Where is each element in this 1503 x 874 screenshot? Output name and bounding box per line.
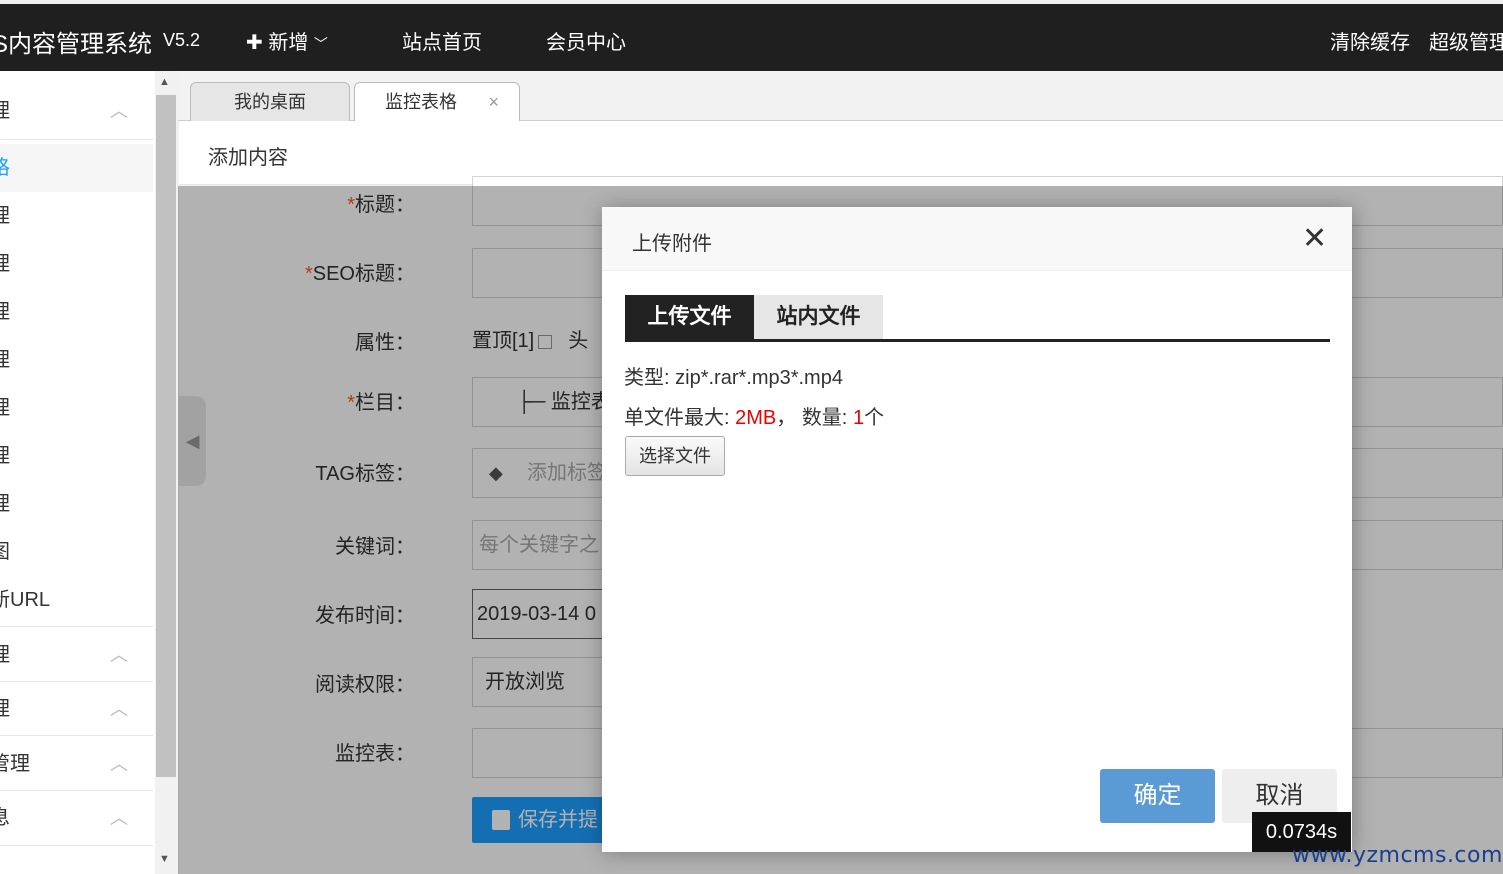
- allowed-types: 类型: zip*.rar*.mp3*.mp4: [624, 367, 843, 389]
- sidebar-item[interactable]: 图: [0, 528, 153, 576]
- chevron-down-icon: ﹀: [313, 36, 328, 52]
- chevron-up-icon: ︿: [110, 645, 128, 665]
- sidebar-group[interactable]: 管理︿: [0, 740, 153, 788]
- chevron-up-icon: ︿: [110, 699, 128, 719]
- dialog-header: 上传附件 ✕: [602, 207, 1352, 271]
- dialog-title: 上传附件: [632, 233, 712, 255]
- nav-add-button[interactable]: ✚ 新增 ﹀: [246, 26, 328, 55]
- tab-bar: 我的桌面 监控表格 ×: [178, 71, 1503, 122]
- clear-cache-link[interactable]: 清除缓存: [1330, 26, 1410, 55]
- sidebar-item[interactable]: 新URL: [0, 576, 153, 624]
- sidebar: 理︿ 格 理 理 理 理 理 理 理 图 新URL 理︿ 理︿ 管理︿ 息︿: [0, 71, 155, 874]
- sidebar-item[interactable]: 理: [0, 432, 153, 480]
- sidebar-group[interactable]: 理︿: [0, 631, 153, 679]
- sidebar-item[interactable]: 理: [0, 240, 153, 288]
- confirm-button[interactable]: 确定: [1100, 769, 1215, 823]
- top-navbar: S内容管理系统 V5.2 ✚ 新增 ﹀ 站点首页 会员中心 清除缓存 超级管理: [0, 4, 1503, 71]
- chevron-up-icon: ︿: [110, 808, 128, 828]
- tab-my-desktop[interactable]: 我的桌面: [190, 82, 350, 121]
- sidebar-item[interactable]: 理: [0, 384, 153, 432]
- nav-site-home[interactable]: 站点首页: [402, 26, 482, 55]
- sidebar-item[interactable]: 理: [0, 192, 153, 240]
- chevron-up-icon: ︿: [110, 101, 128, 121]
- nav-member-center[interactable]: 会员中心: [546, 26, 626, 55]
- tab-monitor-table[interactable]: 监控表格 ×: [354, 82, 520, 122]
- chevron-up-icon: ︿: [110, 754, 128, 774]
- sidebar-item[interactable]: 理: [0, 288, 153, 336]
- app-title: S内容管理系统: [0, 31, 153, 58]
- sidebar-group-1[interactable]: 理︿: [0, 87, 153, 135]
- admin-user-menu[interactable]: 超级管理: [1429, 26, 1503, 55]
- sidebar-group[interactable]: 理︿: [0, 685, 153, 733]
- tab-site-files[interactable]: 站内文件: [754, 295, 883, 339]
- sidebar-group[interactable]: 息︿: [0, 794, 153, 842]
- plus-icon: ✚: [246, 32, 263, 54]
- choose-file-button[interactable]: 选择文件: [625, 436, 725, 476]
- sidebar-item[interactable]: 理: [0, 336, 153, 384]
- close-tab-icon[interactable]: ×: [488, 83, 499, 121]
- watermark: www.yzmcms.com: [1292, 843, 1503, 868]
- app-version: V5.2: [163, 30, 201, 50]
- sidebar-item[interactable]: 理: [0, 480, 153, 528]
- tab-upload-file[interactable]: 上传文件: [625, 295, 754, 339]
- sidebar-scroll-thumb[interactable]: [156, 95, 176, 777]
- scroll-up-arrow-icon[interactable]: ▲: [159, 76, 170, 88]
- upload-tabs: 上传文件 站内文件: [625, 295, 1330, 342]
- scroll-down-arrow-icon[interactable]: ▼: [159, 853, 170, 865]
- upload-attachment-dialog: 上传附件 ✕ 上传文件 站内文件 类型: zip*.rar*.mp3*.mp4 …: [602, 207, 1352, 852]
- page-title: 添加内容: [208, 147, 288, 169]
- close-icon[interactable]: ✕: [1302, 221, 1327, 257]
- sidebar-item-active[interactable]: 格: [0, 144, 153, 192]
- upload-limits: 单文件最大: 2MB， 数量: 1个: [624, 407, 885, 429]
